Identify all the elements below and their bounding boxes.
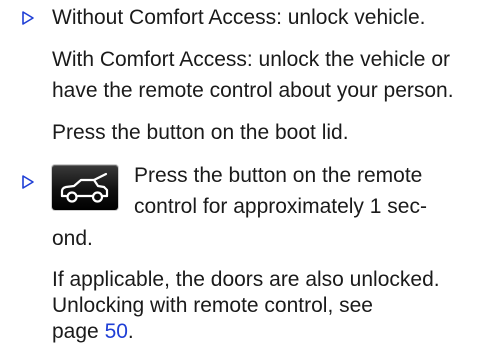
- item1-para2: Press the button on the boot lid.: [52, 121, 349, 144]
- item1-line1: Without Comfort Access: unlock vehicle.: [52, 6, 426, 29]
- manual-page: Without Comfort Access: unlock vehicle. …: [0, 0, 494, 343]
- item2-line2: control for approximately 1 sec-: [134, 195, 427, 218]
- item2-line3: ond.: [52, 227, 93, 250]
- bullet-triangle-icon: [20, 10, 36, 26]
- page-reference-prefix: page: [52, 320, 105, 343]
- page-reference-suffix: .: [127, 320, 134, 343]
- item1-para1-line1: With Comfort Access: unlock the vehicle …: [52, 48, 450, 71]
- item2-para1-line3: page 50.: [52, 317, 134, 347]
- car-boot-open-icon: [52, 165, 118, 210]
- item2-line1: Press the button on the remote: [134, 164, 423, 187]
- item1-para1-line2: have the remote control about your perso…: [52, 79, 454, 102]
- bullet-triangle-icon: [20, 174, 36, 190]
- page-link[interactable]: 50: [105, 320, 128, 343]
